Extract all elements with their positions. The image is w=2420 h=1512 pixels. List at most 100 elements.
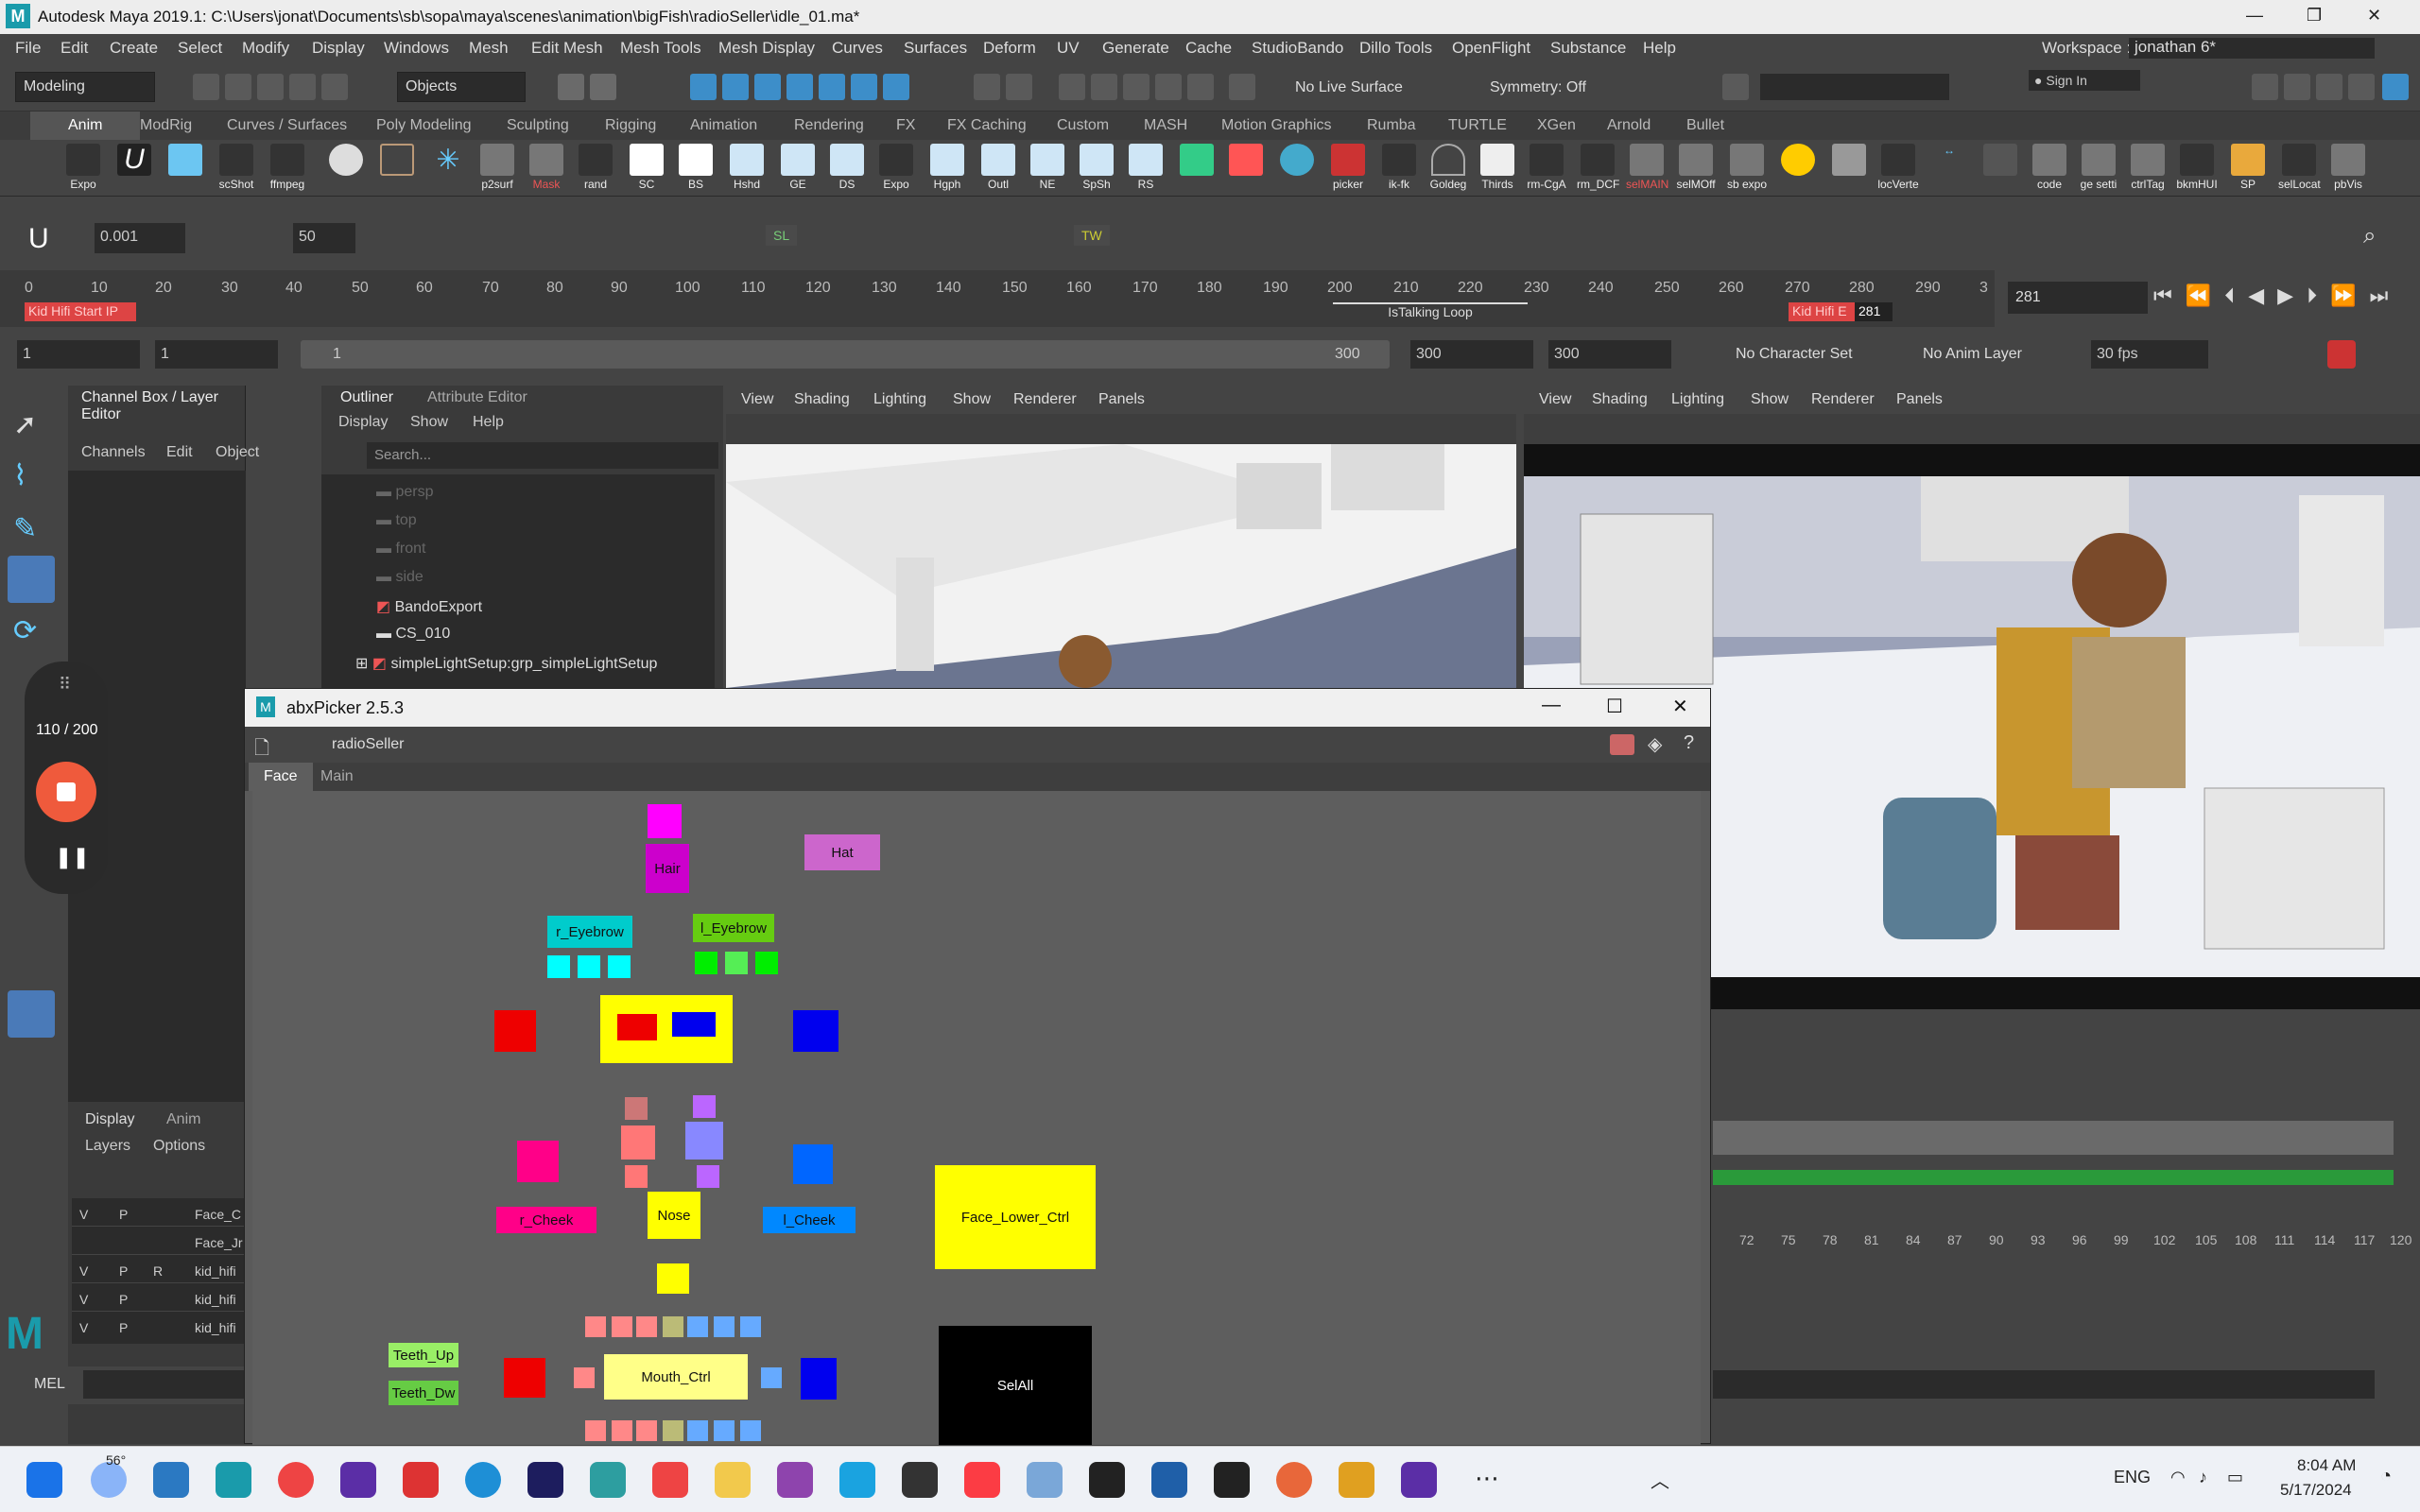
- shelf-btn-film[interactable]: [376, 144, 418, 193]
- picker-hair-top[interactable]: [648, 804, 682, 838]
- layer-row[interactable]: V Pkid_hifi: [72, 1315, 246, 1340]
- select-deform-icon[interactable]: [819, 74, 845, 100]
- paint-select-tool-icon[interactable]: ✎: [13, 512, 37, 545]
- channel-box-toggle-icon[interactable]: [2382, 74, 2409, 100]
- character-set-dropdown[interactable]: No Character Set: [1736, 346, 1853, 363]
- picker-l-eyebrow[interactable]: l_Eyebrow: [693, 914, 774, 942]
- outliner-show-menu[interactable]: Show: [410, 414, 448, 431]
- tool-settings-toggle-icon[interactable]: [2348, 74, 2375, 100]
- picker-nose-ctrl[interactable]: [625, 1097, 648, 1120]
- picker-tab-face[interactable]: Face: [249, 763, 313, 791]
- shelf-btn-spsh[interactable]: SpSh: [1076, 144, 1117, 193]
- symmetry-label[interactable]: Symmetry: Off: [1490, 79, 1586, 96]
- menu-openflight[interactable]: OpenFlight: [1452, 39, 1530, 58]
- app-icon[interactable]: [153, 1462, 189, 1498]
- vp-menu-panels[interactable]: Panels: [1896, 391, 1943, 408]
- time-slider[interactable]: 0 10 20 30 40 50 60 70 80 90 100 110 120…: [0, 270, 1995, 327]
- open-scene-icon[interactable]: [225, 74, 251, 100]
- shelf-tab-arnold[interactable]: Arnold: [1607, 117, 1651, 134]
- picker-l-brow-ctrl[interactable]: [695, 952, 717, 974]
- help-icon[interactable]: ?: [1684, 732, 1694, 754]
- vp-menu-view[interactable]: View: [741, 391, 773, 408]
- photos-icon[interactable]: [1151, 1462, 1187, 1498]
- vp-menu-shading[interactable]: Shading: [794, 391, 850, 408]
- layer-playback[interactable]: P: [119, 1207, 128, 1222]
- magnet-icon[interactable]: U: [28, 223, 49, 255]
- menu-windows[interactable]: Windows: [384, 39, 449, 58]
- restore-icon[interactable]: ❐: [2307, 6, 2322, 26]
- shelf-btn-copy[interactable]: [164, 144, 206, 193]
- shelf-btn-code[interactable]: code: [2029, 144, 2070, 193]
- picker-mouth-ctrl[interactable]: [687, 1316, 708, 1337]
- language-indicator[interactable]: ENG: [2114, 1468, 2151, 1487]
- timeline-marker[interactable]: IsTalking Loop: [1333, 302, 1528, 321]
- auto-key-icon[interactable]: [2327, 340, 2356, 369]
- modeling-toolkit-toggle-icon[interactable]: [2284, 74, 2310, 100]
- picker-l-eye[interactable]: [672, 1012, 716, 1037]
- vp-menu-renderer[interactable]: Renderer: [1013, 391, 1077, 408]
- anim-layer-dropdown[interactable]: No Anim Layer: [1923, 346, 2022, 363]
- picker-nose[interactable]: Nose: [648, 1192, 700, 1239]
- outliner-item[interactable]: ▬ front: [376, 541, 425, 558]
- layer-visibility[interactable]: V: [79, 1320, 88, 1335]
- mode-dropdown[interactable]: Modeling: [15, 72, 155, 102]
- snipping-tool-icon[interactable]: [1027, 1462, 1063, 1498]
- file-icon[interactable]: 🗋: [254, 734, 269, 766]
- layer-visibility[interactable]: V: [79, 1292, 88, 1307]
- picker-r-eye[interactable]: [617, 1014, 657, 1040]
- app-icon[interactable]: [652, 1462, 688, 1498]
- menu-generate[interactable]: Generate: [1102, 39, 1169, 58]
- shelf-tab-sculpting[interactable]: Sculpting: [507, 117, 569, 134]
- tray-expand-icon[interactable]: ︿: [1651, 1466, 1669, 1493]
- shelf-btn-hshd[interactable]: Hshd: [726, 144, 768, 193]
- figma-icon[interactable]: [1089, 1462, 1125, 1498]
- shelf-btn-p2surf[interactable]: p2surf: [476, 144, 518, 193]
- lock-selection-icon[interactable]: [974, 74, 1000, 100]
- vp-menu-view[interactable]: View: [1539, 391, 1571, 408]
- shelf-btn-sc[interactable]: SC: [626, 144, 667, 193]
- layout-single-icon[interactable]: [8, 990, 55, 1038]
- vivaldi-icon[interactable]: [403, 1462, 439, 1498]
- snap-grid-icon[interactable]: [1059, 74, 1085, 100]
- select-tool-icon[interactable]: ➚: [13, 408, 37, 441]
- search-app-icon[interactable]: [1339, 1462, 1374, 1498]
- 7zip-icon[interactable]: [902, 1462, 938, 1498]
- lasso-tool-icon[interactable]: ⌇: [13, 459, 27, 492]
- play-back-icon[interactable]: ◀: [2248, 284, 2264, 308]
- shelf-tab-fx-caching[interactable]: FX Caching: [947, 117, 1027, 134]
- shelf-btn-rand[interactable]: rand: [575, 144, 616, 193]
- tab-display[interactable]: Display: [85, 1111, 134, 1128]
- picker-mouth-ctrl[interactable]: [714, 1316, 735, 1337]
- picker-mouth-ctrl[interactable]: [714, 1420, 735, 1441]
- onenote-icon[interactable]: [839, 1462, 875, 1498]
- tab-attribute-editor[interactable]: Attribute Editor: [427, 389, 527, 406]
- outliner-item[interactable]: ◩ BandoExport: [376, 597, 482, 616]
- select-object-icon[interactable]: [590, 74, 616, 100]
- outliner-help-menu[interactable]: Help: [473, 414, 504, 431]
- value-field[interactable]: 50: [293, 223, 355, 253]
- shelf-btn-selmoff[interactable]: selMOff: [1675, 144, 1717, 193]
- menu-dillo-tools[interactable]: Dillo Tools: [1359, 39, 1432, 58]
- selection-mode-dropdown[interactable]: Objects: [397, 72, 526, 102]
- sign-in-button[interactable]: ● Sign In: [2029, 70, 2140, 91]
- rotate-tool-icon[interactable]: ⟳: [13, 614, 37, 647]
- snap-curve-icon[interactable]: [1091, 74, 1117, 100]
- shelf-tab-anim[interactable]: Anim: [30, 112, 141, 140]
- picker-mouth-ctrl[interactable]: [740, 1420, 761, 1441]
- shelf-btn-thirds[interactable]: Thirds: [1477, 144, 1518, 193]
- shelf-btn-render[interactable]: [1225, 144, 1267, 193]
- start-icon[interactable]: [26, 1462, 62, 1498]
- menu-edit-mesh[interactable]: Edit Mesh: [531, 39, 603, 58]
- shelf-btn-rs[interactable]: RS: [1125, 144, 1167, 193]
- edit-menu[interactable]: Edit: [166, 444, 193, 461]
- picker-mouth-ctrl[interactable]: [740, 1316, 761, 1337]
- shelf-btn-grid[interactable]: [1176, 144, 1218, 193]
- start-time-field[interactable]: 1: [17, 340, 140, 369]
- picker-mouth-upper-ctrl[interactable]: [657, 1263, 689, 1294]
- stop-record-button[interactable]: [36, 762, 96, 822]
- menu-edit[interactable]: Edit: [60, 39, 88, 58]
- viewport-toolbar[interactable]: [726, 414, 1516, 444]
- shelf-btn-expo2[interactable]: Expo: [875, 144, 917, 193]
- layer-visibility[interactable]: V: [79, 1207, 88, 1222]
- outliner-item[interactable]: ⊞ ◩ simpleLightSetup:grp_simpleLightSetu…: [355, 654, 657, 673]
